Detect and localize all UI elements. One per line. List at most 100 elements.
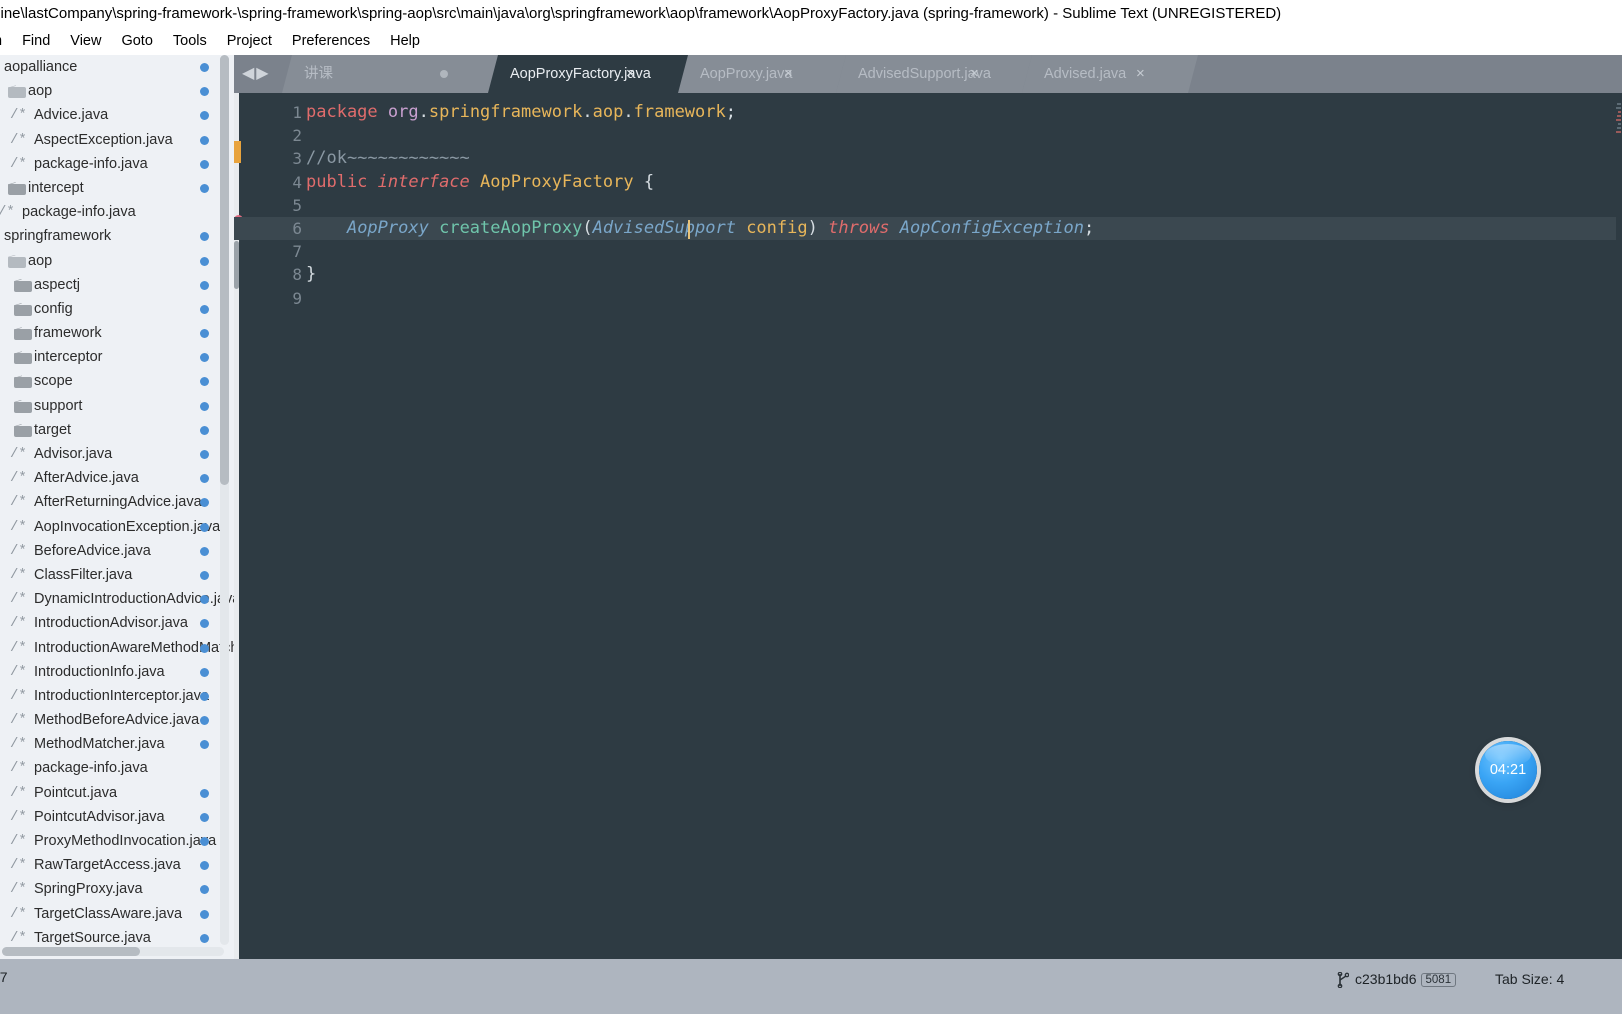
- floating-timer-widget[interactable]: 04:21: [1479, 741, 1537, 799]
- java-file-icon: /*: [10, 881, 27, 898]
- sidebar-row[interactable]: /* ProxyMethodInvocation.java: [0, 829, 234, 853]
- sidebar-status-dot-icon: [200, 837, 209, 846]
- tab-close-icon[interactable]: ×: [1136, 55, 1145, 93]
- java-file-icon: /*: [0, 204, 15, 221]
- folder-open-icon: [8, 255, 26, 268]
- menu-item-view[interactable]: View: [60, 28, 111, 55]
- menu-item-n[interactable]: n: [0, 28, 12, 55]
- sidebar-row[interactable]: /* TargetClassAware.java: [0, 902, 234, 926]
- line-number: 3: [292, 149, 302, 169]
- sidebar-row[interactable]: /* package-info.java: [0, 152, 234, 176]
- sidebar-row[interactable]: /* IntroductionInfo.java: [0, 660, 234, 684]
- sidebar-row[interactable]: /* IntroductionAdvisor.java: [0, 611, 234, 635]
- menu-item-preferences[interactable]: Preferences: [282, 28, 380, 55]
- sidebar-row[interactable]: /* RawTargetAccess.java: [0, 853, 234, 877]
- editor-tab[interactable]: AopProxyFactory.java ×: [488, 55, 688, 93]
- sidebar-status-dot-icon: [200, 812, 209, 822]
- status-tab-size[interactable]: Tab Size: 4: [1495, 971, 1564, 987]
- menu-item-help[interactable]: Help: [380, 28, 430, 55]
- sidebar-status-dot-icon: [200, 619, 209, 629]
- sidebar-horizontal-scrollbar[interactable]: [2, 947, 224, 956]
- folder-open-icon: [8, 85, 26, 99]
- sidebar-row[interactable]: /* Advisor.java: [0, 442, 234, 466]
- sidebar-row[interactable]: /* SpringProxy.java: [0, 877, 234, 901]
- java-file-icon: /*: [10, 687, 27, 704]
- sidebar-horizontal-scrollbar-thumb[interactable]: [2, 947, 140, 956]
- sidebar-vertical-scrollbar[interactable]: [220, 55, 229, 945]
- sidebar-row[interactable]: /* IntroductionInterceptor.java: [0, 684, 234, 708]
- sidebar-row[interactable]: framework: [0, 321, 234, 345]
- sidebar-row[interactable]: support: [0, 394, 234, 418]
- sidebar-row[interactable]: config: [0, 297, 234, 321]
- minimap[interactable]: [1616, 93, 1622, 959]
- sidebar-row-label: aopalliance: [4, 59, 78, 75]
- sidebar-row-label: PointcutAdvisor.java: [34, 808, 165, 825]
- sidebar-row[interactable]: /* Pointcut.java: [0, 781, 234, 805]
- code-line[interactable]: 3//ok~~~~~~~~~~~~: [234, 147, 1622, 170]
- sidebar-row[interactable]: /* AopInvocationException.java: [0, 515, 234, 539]
- sidebar-row[interactable]: interceptor: [0, 345, 234, 369]
- java-file-icon: /*: [10, 639, 27, 656]
- sidebar-row-label: BeforeAdvice.java: [34, 542, 151, 559]
- code-line[interactable]: 6 AopProxy createAopProxy(AdvisedSupport…: [234, 216, 1622, 241]
- tab-close-icon[interactable]: ×: [784, 55, 793, 93]
- sidebar-row[interactable]: intercept: [0, 176, 234, 200]
- sidebar-row[interactable]: aopalliance: [0, 55, 234, 79]
- folder-icon: [14, 327, 32, 341]
- code-text[interactable]: 1 package org.springframework.aop.framewo…: [234, 93, 1622, 959]
- minimap-line: [1618, 123, 1621, 125]
- menu-item-project[interactable]: Project: [217, 28, 282, 55]
- sidebar-row[interactable]: target: [0, 418, 234, 442]
- menu-item-find[interactable]: Find: [12, 28, 60, 55]
- sidebar-row[interactable]: /* DynamicIntroductionAdvice.java: [0, 587, 234, 611]
- sidebar-row[interactable]: aop: [0, 79, 234, 103]
- menu-item-goto[interactable]: Goto: [111, 28, 162, 55]
- sidebar-row[interactable]: aspectj: [0, 273, 234, 297]
- sidebar-row[interactable]: /* ClassFilter.java: [0, 563, 234, 587]
- editor-tab-label: Advised.java: [1044, 66, 1127, 82]
- status-bar: 37 c23b1bd65081 Tab Size: 4: [0, 959, 1622, 1014]
- sidebar-row[interactable]: aop: [0, 249, 234, 273]
- java-file-icon: /*: [10, 446, 27, 462]
- sidebar-row[interactable]: springframework: [0, 224, 234, 248]
- code-line[interactable]: 8}: [234, 263, 1622, 286]
- line-number: 1: [292, 103, 302, 122]
- sidebar-row[interactable]: /* PointcutAdvisor.java: [0, 805, 234, 829]
- editor-tab[interactable]: AopProxy.java ×: [678, 55, 846, 93]
- status-git-info[interactable]: c23b1bd6 5081: [1337, 971, 1457, 988]
- tab-unsaved-dot-icon[interactable]: [440, 70, 448, 78]
- code-line[interactable]: 5: [234, 194, 1622, 217]
- sidebar-row[interactable]: /* BeforeAdvice.java: [0, 539, 234, 563]
- tab-bar: ◀▶ 讲课 AopProxyFactory.java × AopProxy.java ×…: [234, 55, 1622, 93]
- sidebar-status-dot-icon: [200, 135, 209, 145]
- sidebar-row[interactable]: scope: [0, 369, 234, 393]
- tab-close-icon[interactable]: ×: [970, 55, 979, 93]
- code-line-text: //ok~~~~~~~~~~~~: [306, 148, 470, 169]
- editor-tab[interactable]: Advised.java ×: [1022, 55, 1198, 93]
- sidebar-file-tree[interactable]: aopalliance aop /* Advice.java /* AspectExcep…: [0, 55, 234, 959]
- sidebar-row[interactable]: /* package-info.java: [0, 756, 234, 780]
- code-line[interactable]: 1 package org.springframework.aop.framewo…: [234, 101, 1622, 124]
- code-line[interactable]: 7: [234, 240, 1622, 263]
- tab-close-icon[interactable]: ×: [626, 55, 635, 93]
- code-line[interactable]: 2: [234, 124, 1622, 147]
- sidebar-vertical-scrollbar-thumb[interactable]: [220, 55, 229, 485]
- editor-tab[interactable]: AdvisedSupport.java ×: [836, 55, 1032, 93]
- sidebar-row[interactable]: /* Advice.java: [0, 103, 234, 127]
- sidebar-row[interactable]: /* MethodMatcher.java: [0, 732, 234, 756]
- menu-item-tools[interactable]: Tools: [163, 28, 217, 55]
- sidebar-row[interactable]: /*IntroductionAwareMethodMatcher.java: [0, 636, 234, 660]
- sidebar-row[interactable]: /* package-info.java: [0, 200, 234, 224]
- code-pane[interactable]: 1 package org.springframework.aop.framewo…: [234, 93, 1622, 959]
- code-line[interactable]: 4 public interface AopProxyFactory {: [234, 171, 1622, 194]
- java-file-icon: /*: [10, 107, 27, 124]
- sidebar-row[interactable]: /* AfterReturningAdvice.java: [0, 490, 234, 514]
- code-line[interactable]: 9: [234, 287, 1622, 310]
- sidebar-row[interactable]: /* AfterAdvice.java: [0, 466, 234, 490]
- sidebar-row[interactable]: /* MethodBeforeAdvice.java: [0, 708, 234, 732]
- sidebar-row-label: IntroductionInfo.java: [34, 663, 165, 680]
- sidebar-row[interactable]: /* AspectException.java: [0, 128, 234, 152]
- sidebar-row-label: package-info.java: [34, 760, 148, 777]
- editor-tab[interactable]: 讲课: [282, 55, 498, 93]
- tab-nav-arrows-icon[interactable]: ◀▶: [242, 63, 286, 85]
